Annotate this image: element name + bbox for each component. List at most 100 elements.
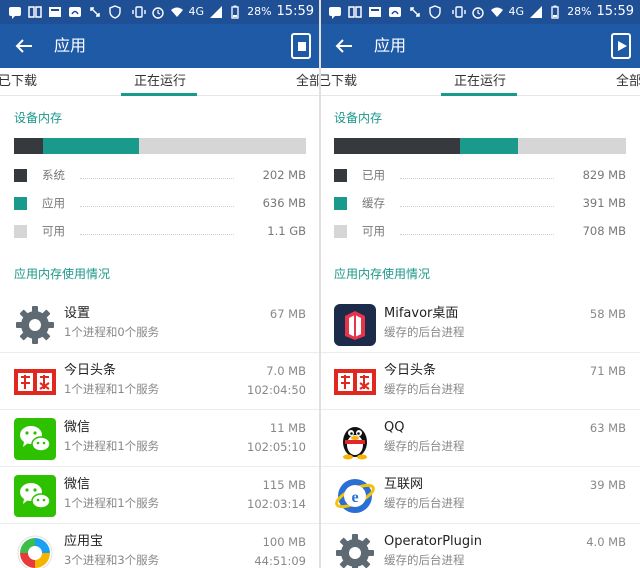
app-name: 应用宝 (64, 534, 104, 549)
memory-bar-used-segment (14, 138, 43, 154)
yingyongbao-icon (17, 535, 53, 568)
page-title: 应用 (374, 36, 407, 55)
clock-time: 15:59 (276, 4, 314, 19)
app-name: 互联网 (384, 477, 424, 492)
message-icon (329, 7, 341, 19)
memory-bar (334, 138, 626, 154)
memory-legend-row: 系统 202 MB (14, 166, 306, 184)
app-memory-size: 115 MB (262, 478, 306, 492)
toutiao-icon (334, 369, 376, 395)
app-memory-size: 100 MB (262, 535, 306, 549)
listen-app-icon (28, 6, 42, 18)
memory-legend-row: 已用 829 MB (334, 166, 626, 184)
app-row-mifavor[interactable]: Mifavor桌面 缓存的后台进程 58 MB (320, 296, 640, 353)
phone-menu-icon[interactable] (288, 32, 314, 60)
qq-penguin-icon (343, 427, 367, 460)
legend-leader (400, 234, 554, 235)
app-memory-size: 11 MB (269, 421, 306, 435)
news-icon (49, 7, 61, 17)
legend-value: 202 MB (262, 168, 306, 182)
app-row-yingyongbao[interactable]: 应用宝 3个进程和3个服务 100 MB 44:51:09 (0, 524, 320, 568)
wechat-icon (14, 418, 56, 460)
settings-gear-icon (336, 534, 374, 568)
vibrate-icon (451, 6, 466, 18)
app-row-wechat[interactable]: 微信 1个进程和1个服务 115 MB 102:03:14 (0, 467, 320, 524)
app-process-info: 缓存的后台进程 (384, 496, 465, 510)
legend-leader (400, 206, 554, 207)
wifi-icon (490, 7, 503, 17)
settings-gear-icon (16, 306, 54, 344)
alarm-icon (151, 7, 164, 19)
app-bar: 应用 (320, 24, 640, 68)
listen-app-icon (348, 6, 362, 18)
legend-swatch (14, 169, 27, 182)
app-memory-size: 63 MB (589, 421, 626, 435)
app-process-info: 缓存的后台进程 (384, 553, 465, 567)
signal-icon (530, 6, 543, 18)
right-screenshot-panel: 4G 28% 15:59 应用 已下载 正在运行 全部 设备内存 已用 829 … (320, 0, 640, 568)
memory-bar-apps-segment (43, 138, 139, 154)
legend-swatch (14, 197, 27, 210)
legend-label: 缓存 (362, 196, 385, 210)
app-memory-size: 67 MB (269, 307, 306, 321)
legend-value: 391 MB (582, 196, 626, 210)
network-type: 4G (188, 5, 205, 18)
tab-bar: 已下载 正在运行 全部 (320, 68, 640, 96)
app-run-time: 102:05:10 (247, 440, 306, 454)
app-name: 微信 (64, 420, 91, 435)
battery-percent: 28% (247, 5, 272, 18)
panel-divider (319, 0, 321, 568)
app-name: Mifavor桌面 (384, 306, 459, 321)
legend-value: 829 MB (582, 168, 626, 182)
memory-bar-used-segment (334, 138, 460, 154)
play-menu-icon[interactable] (608, 32, 634, 60)
active-tab-indicator (441, 93, 517, 96)
app-row-wechat[interactable]: 微信 1个进程和1个服务 11 MB 102:05:10 (0, 410, 320, 467)
app-row-browser[interactable]: e 互联网 缓存的后台进程 39 MB (320, 467, 640, 524)
battery-icon (551, 5, 559, 19)
memory-legend-row: 可用 1.1 GB (14, 222, 306, 240)
legend-value: 636 MB (262, 196, 306, 210)
battery-percent: 28% (567, 5, 592, 18)
page-title: 应用 (54, 36, 87, 55)
alarm-icon (471, 7, 484, 19)
legend-leader (400, 178, 554, 179)
app-process-info: 缓存的后台进程 (384, 439, 465, 453)
tab-all[interactable]: 全部 (296, 74, 320, 90)
usb-icon (410, 7, 420, 17)
tab-all[interactable]: 全部 (616, 74, 640, 90)
app-row-toutiao[interactable]: 今日头条 缓存的后台进程 71 MB (320, 353, 640, 410)
legend-swatch (14, 225, 27, 238)
app-name: 今日头条 (64, 363, 117, 378)
legend-leader (80, 234, 234, 235)
cloud-icon (69, 7, 81, 17)
legend-label: 系统 (42, 168, 65, 182)
toutiao-icon (14, 369, 56, 395)
app-run-time: 44:51:09 (254, 554, 306, 568)
clock-time: 15:59 (596, 4, 634, 19)
app-bar: 应用 (0, 24, 320, 68)
app-row-settings[interactable]: 设置 1个进程和0个服务 67 MB (0, 296, 320, 353)
back-arrow-icon[interactable] (12, 34, 36, 58)
app-row-operatorplugin[interactable]: OperatorPlugin 缓存的后台进程 4.0 MB (320, 524, 640, 568)
app-name: OperatorPlugin (384, 534, 482, 549)
tab-running[interactable]: 正在运行 (134, 74, 186, 90)
app-memory-size: 4.0 MB (586, 535, 626, 549)
app-process-info: 1个进程和1个服务 (64, 496, 160, 510)
tab-downloaded[interactable]: 已下载 (0, 74, 37, 90)
tab-downloaded[interactable]: 已下载 (320, 74, 357, 90)
app-row-toutiao[interactable]: 今日头条 1个进程和1个服务 7.0 MB 102:04:50 (0, 353, 320, 410)
app-process-info: 1个进程和1个服务 (64, 439, 160, 453)
app-memory-size: 39 MB (589, 478, 626, 492)
tab-running[interactable]: 正在运行 (454, 74, 506, 90)
legend-swatch (334, 197, 347, 210)
usb-icon (90, 7, 100, 17)
app-process-info: 缓存的后台进程 (384, 325, 465, 339)
app-row-qq[interactable]: QQ 缓存的后台进程 63 MB (320, 410, 640, 467)
app-memory-size: 7.0 MB (266, 364, 306, 378)
legend-leader (80, 178, 234, 179)
app-memory-size: 58 MB (589, 307, 626, 321)
back-arrow-icon[interactable] (332, 34, 356, 58)
app-memory-usage-title: 应用内存使用情况 (334, 267, 431, 281)
vibrate-icon (131, 6, 146, 18)
